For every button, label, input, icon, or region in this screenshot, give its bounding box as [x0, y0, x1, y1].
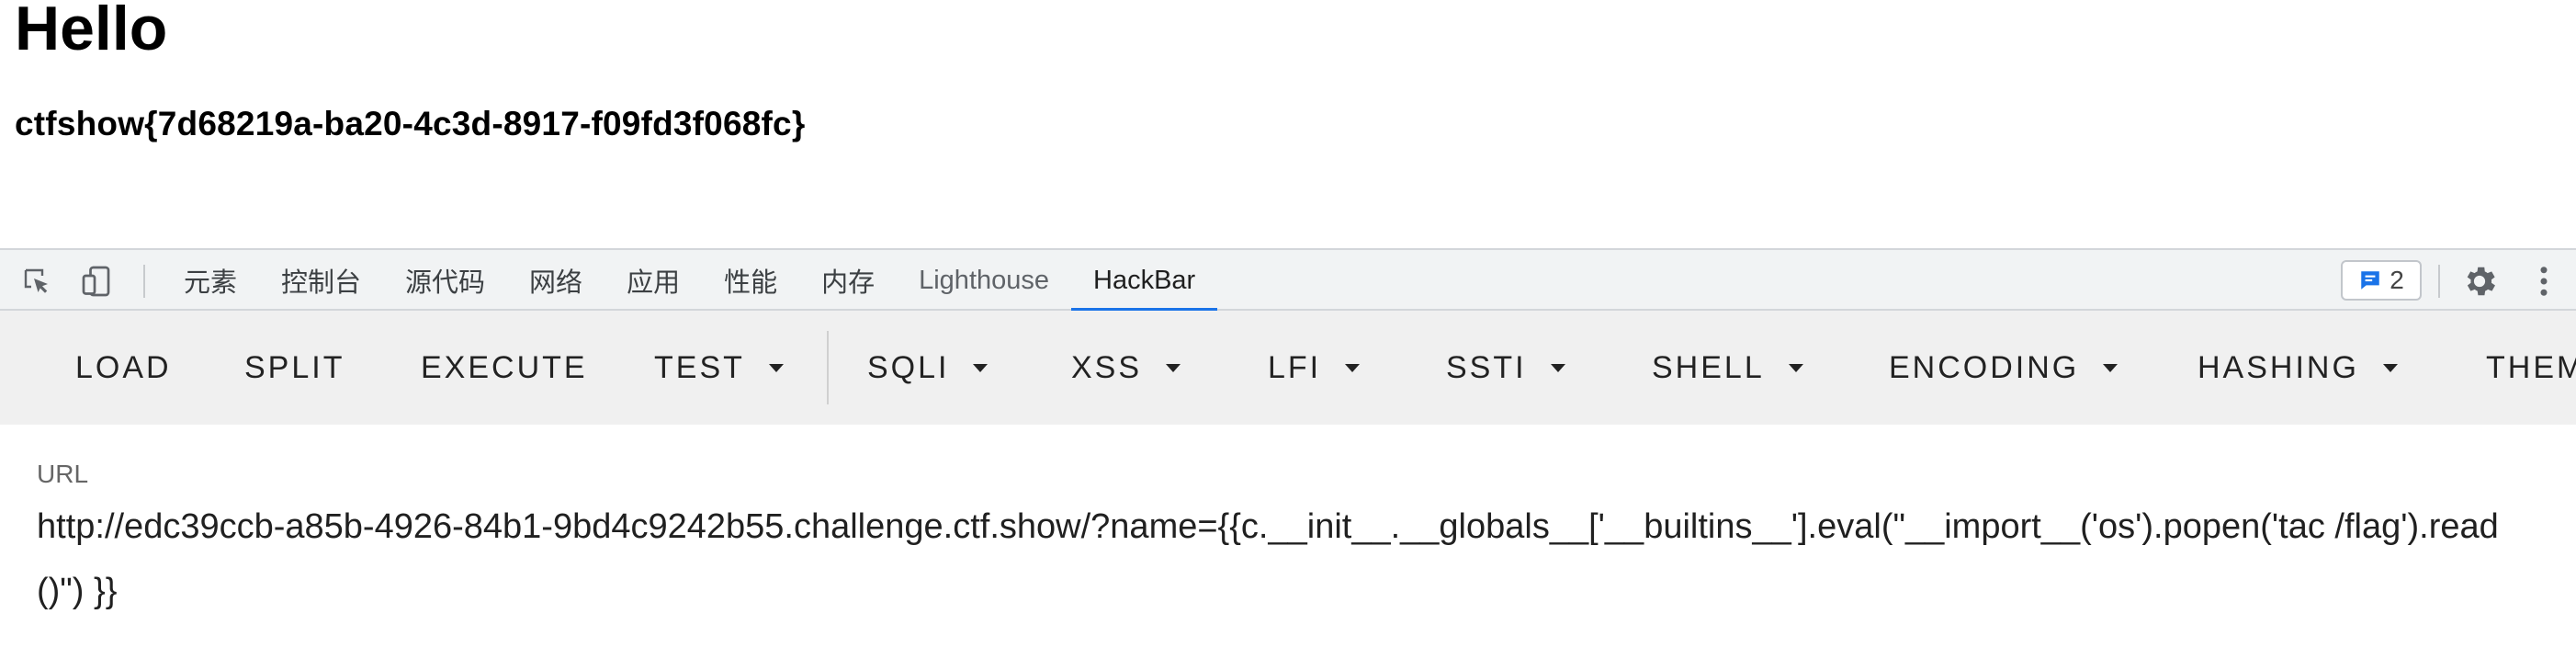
encoding-dropdown[interactable]: ENCODING: [1889, 311, 2118, 425]
device-toolbar-icon[interactable]: [79, 263, 116, 300]
message-icon: [2361, 271, 2379, 290]
tab-memory[interactable]: 内存: [799, 250, 897, 311]
tab-sources[interactable]: 源代码: [383, 250, 507, 311]
test-dropdown[interactable]: TEST: [654, 311, 784, 425]
tab-network[interactable]: 网络: [507, 250, 604, 311]
split-button[interactable]: SPLIT: [244, 311, 345, 425]
test-dropdown-label: TEST: [654, 349, 745, 385]
tab-hackbar[interactable]: HackBar: [1071, 250, 1218, 313]
xss-dropdown[interactable]: XSS: [1071, 311, 1181, 425]
tab-lighthouse[interactable]: Lighthouse: [897, 250, 1071, 311]
issues-count: 2: [2390, 266, 2404, 294]
caret-down-icon: [1345, 363, 1361, 372]
devtools-tabs: 元素 控制台 源代码 网络 应用 性能 内存 Lighthouse HackBa…: [162, 250, 1218, 313]
theme-dropdown-label: THEM: [2486, 349, 2576, 385]
ssti-dropdown[interactable]: SSTI: [1446, 311, 1565, 425]
web-page-content: Hello ctfshow{7d68219a-ba20-4c3d-8917-f0…: [0, 0, 2576, 248]
sqli-dropdown-label: SQLI: [867, 349, 950, 385]
sqli-dropdown[interactable]: SQLI: [867, 311, 989, 425]
caret-down-icon: [973, 363, 989, 372]
tab-elements[interactable]: 元素: [162, 250, 259, 311]
tab-application[interactable]: 应用: [604, 250, 702, 311]
element-picker-icon[interactable]: [18, 263, 55, 300]
encoding-dropdown-label: ENCODING: [1889, 349, 2080, 385]
load-button[interactable]: LOAD: [75, 311, 172, 425]
caret-down-icon: [2103, 363, 2118, 372]
execute-button-label: EXECUTE: [421, 349, 588, 385]
more-options-icon[interactable]: [2528, 262, 2559, 301]
shell-dropdown-label: SHELL: [1652, 349, 1765, 385]
hashing-dropdown[interactable]: HASHING: [2198, 311, 2398, 425]
load-button-label: LOAD: [75, 349, 172, 385]
page-heading: Hello: [15, 0, 168, 63]
caret-down-icon: [1166, 363, 1181, 372]
toolbar-divider: [143, 265, 145, 298]
shell-dropdown[interactable]: SHELL: [1652, 311, 1803, 425]
lfi-dropdown[interactable]: LFI: [1268, 311, 1361, 425]
url-field-container: URL http://edc39ccb-a85b-4926-84b1-9bd4c…: [37, 460, 2576, 610]
lfi-dropdown-label: LFI: [1268, 349, 1322, 385]
hackbar-toolbar: LOAD SPLIT EXECUTE TEST SQLI XSS LFI SST…: [0, 311, 2576, 425]
toolbar-divider: [2438, 265, 2440, 298]
browser-window: Hello ctfshow{7d68219a-ba20-4c3d-8917-f0…: [0, 0, 2576, 648]
caret-down-icon: [1788, 363, 1803, 372]
url-label: URL: [37, 460, 89, 488]
devtools-panel: 元素 控制台 源代码 网络 应用 性能 内存 Lighthouse HackBa…: [0, 248, 2576, 648]
xss-dropdown-label: XSS: [1071, 349, 1143, 385]
caret-down-icon: [2382, 363, 2398, 372]
ssti-dropdown-label: SSTI: [1446, 349, 1527, 385]
flag-text: ctfshow{7d68219a-ba20-4c3d-8917-f09fd3f0…: [15, 105, 806, 142]
caret-down-icon: [768, 363, 784, 372]
devtools-tab-bar: 元素 控制台 源代码 网络 应用 性能 内存 Lighthouse HackBa…: [0, 248, 2576, 313]
caret-down-icon: [1550, 363, 1565, 372]
issues-button[interactable]: 2: [2341, 260, 2422, 301]
hashing-dropdown-label: HASHING: [2198, 349, 2359, 385]
tab-performance[interactable]: 性能: [702, 250, 799, 311]
split-button-label: SPLIT: [244, 349, 345, 385]
toolbar-divider: [827, 331, 829, 404]
execute-button[interactable]: EXECUTE: [421, 311, 588, 425]
tab-console[interactable]: 控制台: [259, 250, 383, 311]
url-input[interactable]: http://edc39ccb-a85b-4926-84b1-9bd4c9242…: [37, 495, 2536, 623]
gear-icon[interactable]: [2460, 262, 2499, 301]
theme-dropdown[interactable]: THEM: [2486, 311, 2576, 425]
